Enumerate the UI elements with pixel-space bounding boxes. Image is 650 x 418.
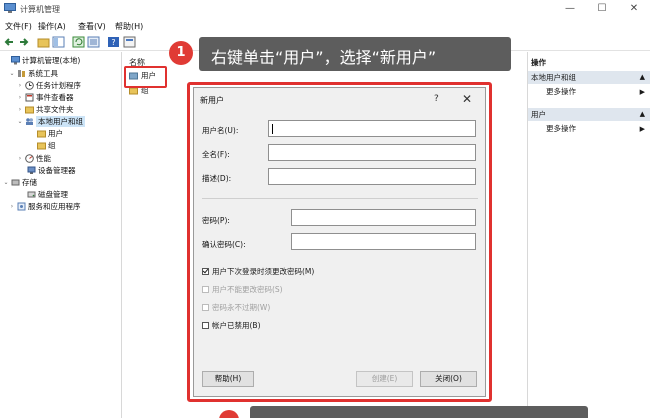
text-caret <box>272 124 273 134</box>
menu-help[interactable]: 帮助(H) <box>115 21 143 32</box>
menu-bar: 文件(F) 操作(A) 查看(V) 帮助(H) <box>0 19 650 33</box>
disk-icon <box>27 191 36 197</box>
create-button[interactable]: 创建(E) <box>356 371 413 387</box>
folder-icon <box>37 142 46 149</box>
clock-icon <box>25 80 34 90</box>
window-title: 计算机管理 <box>20 5 60 14</box>
device-manager-icon <box>27 166 36 174</box>
tree-item-users[interactable]: 用户 <box>37 127 63 139</box>
forward-arrow-icon[interactable] <box>17 36 30 48</box>
close-window-button[interactable]: ✕ <box>624 2 644 16</box>
collapse-icon[interactable]: ⌄ <box>9 70 15 77</box>
new-user-dialog: 新用户 ? ✕ 用户名(U): 全名(F): 描述(D): 密码(P): 确认密… <box>193 87 486 397</box>
description-label: 描述(D): <box>202 174 232 183</box>
menu-action[interactable]: 操作(A) <box>38 21 66 32</box>
tree-item-task-scheduler[interactable]: › 任务计划程序 <box>17 79 81 91</box>
confirm-password-label: 确认密码(C): <box>202 240 246 249</box>
username-label: 用户名(U): <box>202 126 239 135</box>
computer-icon <box>11 55 20 64</box>
actions-header: 操作 <box>531 58 546 67</box>
tree-item-services-apps[interactable]: › 服务和应用程序 <box>9 200 81 212</box>
account-disabled-checkbox[interactable]: 帐户已禁用(B) <box>202 320 261 331</box>
expand-icon[interactable]: › <box>17 82 23 89</box>
close-button[interactable]: 关闭(O) <box>420 371 477 387</box>
tree-item-groups[interactable]: 组 <box>37 139 56 151</box>
callout-text: 右键单击“用户”，选择“新用户” <box>211 48 437 67</box>
dialog-divider <box>202 198 478 199</box>
services-icon <box>17 202 26 210</box>
export-list-icon[interactable] <box>87 36 100 48</box>
confirm-password-input[interactable] <box>291 233 476 250</box>
more-actions-1[interactable]: 更多操作 ▶ <box>528 86 650 98</box>
collapse-icon[interactable]: ⌄ <box>17 118 23 125</box>
tree-item-event-viewer[interactable]: › 事件查看器 <box>17 91 74 103</box>
checkbox-icon <box>202 304 209 311</box>
help-icon[interactable]: ? <box>434 94 439 104</box>
instruction-callout: 右键单击“用户”，选择“新用户” <box>199 37 511 71</box>
show-hide-tree-icon[interactable] <box>52 36 65 48</box>
collapse-icon[interactable]: ⌄ <box>3 179 9 186</box>
shared-folder-icon <box>25 106 34 113</box>
checkbox-checked-icon <box>202 268 209 275</box>
tree-item-root[interactable]: 计算机管理(本地) <box>3 54 80 66</box>
step-badge: 1 <box>169 41 193 65</box>
checkbox-icon <box>202 322 209 329</box>
back-arrow-icon[interactable] <box>3 36 16 48</box>
description-input[interactable] <box>268 168 476 185</box>
dialog-title: 新用户 <box>200 96 224 105</box>
chevron-right-icon: ▶ <box>639 125 645 133</box>
users-group-icon <box>26 117 33 125</box>
password-input[interactable] <box>291 209 476 226</box>
collapse-up-icon[interactable]: ▲ <box>640 108 645 121</box>
instruction-callout-2 <box>250 406 588 418</box>
password-label: 密码(P): <box>202 216 230 225</box>
toolbox-icon <box>18 69 25 77</box>
menu-file[interactable]: 文件(F) <box>5 21 32 32</box>
expand-icon[interactable]: › <box>17 155 23 162</box>
tree-item-system-tools[interactable]: ⌄ 系统工具 <box>9 67 58 79</box>
expand-icon[interactable]: › <box>17 94 23 101</box>
svg-text:?: ? <box>111 38 115 47</box>
chevron-right-icon: ▶ <box>639 88 645 96</box>
cannot-change-password-checkbox[interactable]: 用户不能更改密码(S) <box>202 284 283 295</box>
refresh-icon[interactable] <box>72 36 85 48</box>
help-icon[interactable]: ? <box>107 36 120 48</box>
event-log-icon <box>25 93 34 101</box>
must-change-password-checkbox[interactable]: 用户下次登录时须更改密码(M) <box>202 266 314 277</box>
tree-item-device-manager[interactable]: 设备管理器 <box>27 164 76 176</box>
menu-view[interactable]: 查看(V) <box>78 21 106 32</box>
up-folder-icon[interactable] <box>37 36 50 48</box>
actions-pane: 操作 本地用户和组 ▲ 更多操作 ▶ 用户 ▲ 更多操作 ▶ <box>527 52 650 418</box>
fullname-label: 全名(F): <box>202 150 230 159</box>
folder-icon <box>37 130 46 137</box>
close-icon[interactable]: ✕ <box>462 92 472 106</box>
expand-icon[interactable]: › <box>17 106 23 113</box>
tree-item-storage[interactable]: ⌄ 存储 <box>3 176 37 188</box>
tree-item-shared-folders[interactable]: › 共享文件夹 <box>17 103 74 115</box>
title-bar: 计算机管理 — ☐ ✕ <box>0 0 650 18</box>
actions-section-local-users[interactable]: 本地用户和组 ▲ <box>528 71 650 84</box>
password-never-expires-checkbox[interactable]: 密码永不过期(W) <box>202 302 270 313</box>
properties-icon[interactable] <box>123 36 136 48</box>
tree-item-disk-management[interactable]: 磁盘管理 <box>27 188 68 200</box>
help-button[interactable]: 帮助(H) <box>202 371 254 387</box>
storage-icon <box>11 179 20 185</box>
minimize-button[interactable]: — <box>560 2 580 16</box>
users-highlight-box <box>124 66 167 88</box>
expand-icon[interactable]: › <box>9 203 15 210</box>
username-input[interactable] <box>268 120 476 137</box>
performance-icon <box>25 153 34 163</box>
tree-item-performance[interactable]: › 性能 <box>17 152 51 164</box>
maximize-button[interactable]: ☐ <box>592 2 612 16</box>
checkbox-icon <box>202 286 209 293</box>
computer-management-icon <box>4 3 16 13</box>
fullname-input[interactable] <box>268 144 476 161</box>
actions-section-users[interactable]: 用户 ▲ <box>528 108 650 121</box>
navigation-tree: 计算机管理(本地) ⌄ 系统工具 › 任务计划程序 › 事件查看器 › 共享文件… <box>0 52 122 418</box>
tree-item-local-users-groups[interactable]: ⌄ 本地用户和组 <box>17 115 85 127</box>
collapse-up-icon[interactable]: ▲ <box>640 71 645 84</box>
more-actions-2[interactable]: 更多操作 ▶ <box>528 123 650 135</box>
